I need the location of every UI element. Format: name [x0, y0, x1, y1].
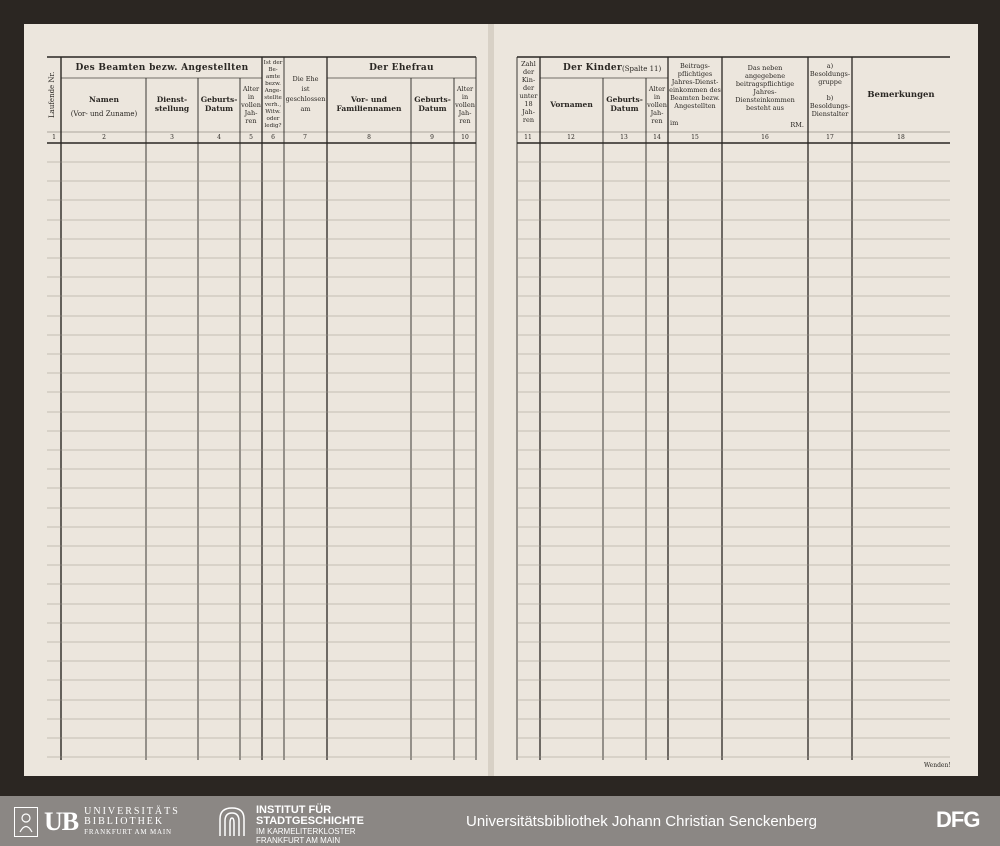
header-bemerkungen: Bemerkungen [867, 90, 935, 100]
header-ehefrau-alter: Alter in vollen Jah- ren [455, 85, 475, 125]
header-besoldung: a) Besoldungs- gruppe b) Besoldungs- Die… [809, 62, 851, 118]
header-dienststellung: Dienst- stellung [154, 95, 190, 113]
wenden-note: Wenden! [924, 762, 951, 769]
dfg-logo[interactable]: DFG [936, 807, 980, 833]
column-number: 8 [367, 134, 371, 141]
isg-line3: IM KARMELITERKLOSTER [256, 827, 356, 836]
column-number: 6 [271, 134, 275, 141]
ub-line3: FRANKFURT AM MAIN [84, 828, 172, 836]
header-kinder-geburtsdatum: Geburts- Datum [606, 95, 643, 113]
column-number: 16 [761, 134, 769, 141]
header-zahl-kinder: Zahl der Kin- der unter 18 Jah- ren [519, 60, 538, 124]
column-number: 12 [567, 134, 575, 141]
column-number: 14 [653, 134, 661, 141]
header-kinder-alter: Alter in vollen Jah- ren [647, 85, 667, 125]
header-namen-sub: (Vor- und Zuname) [70, 110, 138, 118]
isg-line4: FRANKFURT AM MAIN [256, 836, 341, 845]
column-number: 9 [430, 134, 434, 141]
header-beamten-group: Des Beamten bezw. Angestellten [75, 63, 249, 73]
isg-logo[interactable]: INSTITUT FÜR STADTGESCHICHTE IM KARMELIT… [216, 805, 364, 845]
header-ehefrau-geburtsdatum: Geburts- Datum [414, 95, 451, 113]
column-number: 2 [102, 134, 106, 141]
column-number: 4 [217, 134, 221, 141]
isg-logo-text: INSTITUT FÜR STADTGESCHICHTE IM KARMELIT… [256, 805, 364, 846]
header-kinder-group: Der Kinder [563, 63, 622, 73]
header-ehe-datum: Die Ehe ist geschlossen am [285, 75, 326, 113]
column-number: 11 [524, 134, 532, 141]
header-neben: Das neben angegebene beitragspflichtige … [735, 64, 795, 112]
header-namen: Namen [89, 95, 119, 104]
ub-logo[interactable]: UB UNIVERSITÄTS BIBLIOTHEK FRANKFURT AM … [14, 807, 180, 837]
ub-line2: BIBLIOTHEK [84, 816, 165, 827]
column-number: 10 [461, 134, 469, 141]
ub-logo-text: UNIVERSITÄTS BIBLIOTHEK FRANKFURT AM MAI… [84, 807, 180, 837]
header-neben-unit: RM. [790, 121, 804, 129]
header-ehefrau-name: Vor- und Familiennamen [336, 95, 402, 113]
column-number: 18 [897, 134, 905, 141]
header-vornamen: Vornamen [550, 100, 593, 109]
header-ehefrau-group: Der Ehefrau [369, 63, 434, 73]
column-number: 5 [249, 134, 253, 141]
arch-icon [219, 807, 245, 836]
library-name[interactable]: Universitätsbibliothek Johann Christian … [466, 813, 817, 830]
isg-line2: STADTGESCHICHTE [256, 815, 364, 827]
header-laufende-nr: Laufende Nr. [48, 71, 56, 119]
column-number: 1 [52, 134, 56, 141]
form-grid [47, 56, 950, 760]
column-number: 7 [303, 134, 307, 141]
header-beitrag-unit: im [670, 119, 679, 127]
column-number: 15 [691, 134, 699, 141]
portrait-icon [14, 807, 38, 837]
footer-bar: UB UNIVERSITÄTS BIBLIOTHEK FRANKFURT AM … [0, 796, 1000, 846]
header-alter: Alter in vollen Jah- ren [241, 85, 261, 125]
column-number: 13 [620, 134, 628, 141]
header-geburtsdatum: Geburts- Datum [200, 95, 238, 113]
header-kinder-note: (Spalte 11) [622, 65, 662, 73]
header-familienstand: Ist der Be- amte bezw. Ange- stellte ver… [263, 60, 283, 129]
column-number: 3 [170, 134, 174, 141]
header-beitrag: Beitrags- pflichtiges Jahres-Dienst- ein… [669, 62, 721, 110]
column-number: 17 [826, 134, 834, 141]
ub-logo-letters: UB [44, 807, 79, 836]
